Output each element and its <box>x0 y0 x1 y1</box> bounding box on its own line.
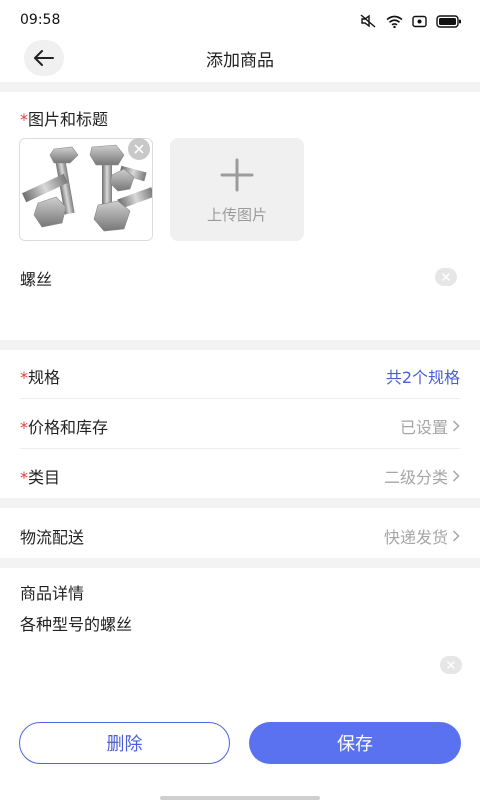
chevron-right-icon <box>452 420 460 432</box>
logistics-label: 物流配送 <box>20 528 85 547</box>
status-icons <box>359 14 462 28</box>
battery-icon <box>436 14 461 28</box>
remove-image-button[interactable] <box>128 138 150 160</box>
mute-icon <box>360 14 376 28</box>
nav-bar: 添加商品 <box>0 40 480 78</box>
required-mark: * <box>20 418 28 437</box>
save-button[interactable]: 保存 <box>249 722 461 764</box>
price-stock-value-wrap: 已设置 <box>400 414 460 438</box>
logistics-value-wrap: 快递发货 <box>384 524 460 548</box>
category-value: 二级分类 <box>383 468 448 487</box>
screen-record-icon <box>412 15 427 27</box>
divider <box>20 448 460 449</box>
image-section-label: 图片和标题 <box>28 110 109 129</box>
price-stock-row[interactable]: *价格和库存 已设置 <box>0 400 480 450</box>
spec-label-text: 规格 <box>28 368 61 387</box>
product-title-input[interactable]: 螺丝 <box>20 266 52 290</box>
spec-value: 共2个规格 <box>385 368 460 387</box>
plus-icon <box>220 158 254 192</box>
detail-title: 商品详情 <box>20 584 85 603</box>
home-indicator[interactable] <box>160 796 320 800</box>
section-divider <box>0 340 480 350</box>
image-section-title: *图片和标题 <box>20 106 108 130</box>
section-divider <box>0 558 480 568</box>
status-time: 09:58 <box>20 12 61 28</box>
logistics-value: 快递发货 <box>383 528 448 547</box>
price-stock-value: 已设置 <box>399 418 448 437</box>
chevron-right-icon <box>452 470 460 482</box>
upload-image-label: 上传图片 <box>206 206 267 224</box>
status-bar: 09:58 <box>0 0 480 44</box>
spec-row[interactable]: *规格 共2个规格 <box>0 350 480 400</box>
wifi-icon <box>386 15 403 28</box>
logistics-row[interactable]: 物流配送 快递发货 <box>0 510 480 560</box>
close-icon <box>447 661 455 669</box>
price-stock-label-text: 价格和库存 <box>28 418 109 437</box>
required-mark: * <box>20 468 28 487</box>
section-divider <box>0 498 480 508</box>
price-stock-label: *价格和库存 <box>20 414 108 438</box>
delete-button[interactable]: 删除 <box>19 722 230 764</box>
close-icon <box>134 144 144 154</box>
required-mark: * <box>20 110 28 129</box>
upload-image-button[interactable]: 上传图片 <box>170 138 304 241</box>
section-divider <box>0 82 480 92</box>
close-icon <box>442 273 450 281</box>
category-row[interactable]: *类目 二级分类 <box>0 450 480 500</box>
required-mark: * <box>20 368 28 387</box>
clear-title-button[interactable] <box>435 268 457 286</box>
category-label-text: 类目 <box>28 468 61 487</box>
category-label: *类目 <box>20 464 60 488</box>
category-value-wrap: 二级分类 <box>384 464 460 488</box>
page-title: 添加商品 <box>206 51 274 71</box>
clear-detail-button[interactable] <box>440 656 462 674</box>
detail-textarea[interactable]: 各种型号的螺丝 <box>20 611 132 635</box>
chevron-right-icon <box>452 530 460 542</box>
divider <box>20 398 460 399</box>
spec-label: *规格 <box>20 364 60 388</box>
